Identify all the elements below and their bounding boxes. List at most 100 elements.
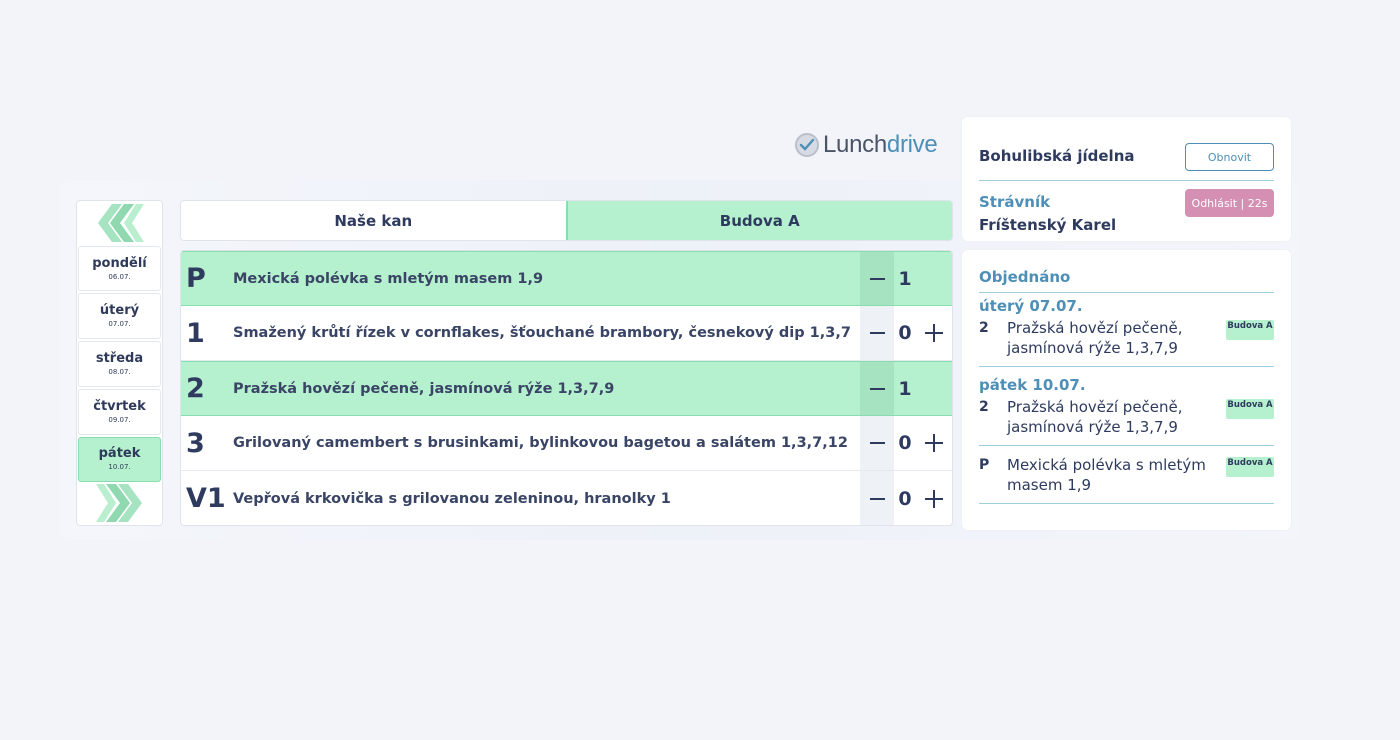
minus-icon: [869, 277, 885, 280]
day-date: 06.07.: [108, 272, 131, 281]
divider: [979, 180, 1274, 181]
check-circle-icon: [795, 133, 819, 157]
order-line: P Mexická polévka s mletým masem 1,9 Bud…: [979, 455, 1274, 495]
plus-icon: [925, 489, 943, 508]
quantity-stepper: 0: [860, 416, 952, 470]
increase-button[interactable]: [916, 471, 952, 525]
increase-button[interactable]: [916, 416, 952, 470]
increase-button[interactable]: [916, 306, 952, 360]
day-name: čtvrtek: [93, 398, 146, 414]
order-day: pátek 10.07.: [979, 376, 1086, 394]
day-date: 10.07.: [108, 463, 131, 472]
day-name: středa: [95, 350, 144, 366]
refresh-button[interactable]: Obnovit: [1185, 143, 1274, 171]
dish-name: Mexická polévka s mletým masem 1,9: [233, 270, 544, 287]
order-name: Mexická polévka s mletým masem 1,9: [1007, 456, 1206, 494]
chevrons-right-icon: [95, 484, 142, 523]
plus-icon: [925, 434, 943, 452]
order-code: 2: [979, 320, 989, 336]
quantity-value: 1: [898, 377, 912, 400]
diner-label: Strávník: [979, 193, 1051, 211]
menu-row: 3 Grilovaný camembert s brusinkami, byli…: [181, 416, 952, 471]
decrease-button[interactable]: [860, 362, 894, 415]
location-badge: Budova A: [1226, 320, 1274, 340]
quantity-value: 0: [898, 322, 912, 344]
tab-budova-a[interactable]: Budova A: [565, 201, 952, 240]
logo-text: Lunchdrive: [823, 131, 938, 158]
day-friday[interactable]: pátek 10.07.: [78, 436, 161, 483]
day-monday[interactable]: pondělí 06.07.: [78, 245, 161, 292]
location-badge: Budova A: [1226, 457, 1274, 477]
order-name: Pražská hovězí pečeně, jasmínová rýže 1,…: [1007, 398, 1183, 436]
divider: [979, 366, 1274, 367]
plus-icon: [925, 324, 943, 342]
day-thursday[interactable]: čtvrtek 09.07.: [78, 388, 161, 435]
chevrons-left-icon: [97, 203, 144, 242]
order-code: 2: [979, 399, 989, 415]
previous-week-button[interactable]: [78, 202, 161, 244]
quantity-stepper: 1: [860, 252, 952, 305]
divider: [979, 445, 1274, 446]
quantity-value: 0: [898, 487, 912, 510]
minus-icon: [869, 442, 885, 444]
increase-button-placeholder: [916, 252, 952, 305]
account-card: Bohulibská jídelna Obnovit Strávník Fríš…: [962, 117, 1291, 241]
menu-row: P Mexická polévka s mletým masem 1,9 1: [181, 251, 952, 306]
day-selector: pondělí 06.07. úterý 07.07. středa 08.07…: [76, 200, 163, 526]
dish-code: 3: [186, 427, 205, 459]
menu-row: 1 Smažený krůtí řízek v cornflakes, šťou…: [181, 306, 952, 361]
dish-code: P: [186, 263, 206, 294]
canteen-tabs: Naše kan Budova A: [180, 200, 953, 241]
divider: [979, 292, 1274, 293]
decrease-button[interactable]: [860, 252, 894, 305]
minus-icon: [869, 332, 885, 334]
dish-code: V1: [186, 483, 226, 514]
order-group: úterý 07.07. 2 Pražská hovězí pečeně, ja…: [979, 297, 1274, 358]
dish-name: Vepřová krkovička s grilovanou zeleninou…: [233, 490, 671, 507]
day-name: pátek: [98, 446, 141, 462]
order-line: 2 Pražská hovězí pečeně, jasmínová rýže …: [979, 318, 1274, 358]
dish-code: 2: [186, 373, 205, 404]
quantity-value: 1: [898, 267, 912, 290]
next-week-button[interactable]: [78, 482, 161, 524]
orders-card: Objednáno úterý 07.07. 2 Pražská hovězí …: [962, 250, 1291, 530]
quantity-value: 0: [898, 432, 912, 454]
orders-title: Objednáno: [979, 268, 1071, 286]
menu-row: V1 Vepřová krkovička s grilovanou zeleni…: [181, 471, 952, 525]
quantity-stepper: 1: [860, 362, 952, 415]
dish-name: Smažený krůtí řízek v cornflakes, šťouch…: [233, 325, 851, 341]
tab-nase-kan[interactable]: Naše kan: [181, 201, 566, 240]
menu-list: P Mexická polévka s mletým masem 1,9 1 1…: [180, 250, 953, 526]
dish-code: 1: [186, 317, 205, 349]
canteen-name: Bohulibská jídelna: [979, 147, 1135, 165]
day-wednesday[interactable]: středa 08.07.: [78, 341, 161, 387]
location-badge: Budova A: [1226, 399, 1274, 419]
quantity-stepper: 0: [860, 306, 952, 360]
logout-button[interactable]: Odhlásit | 22s: [1185, 189, 1274, 217]
decrease-button[interactable]: [860, 471, 894, 525]
day-date: 09.07.: [108, 415, 131, 424]
decrease-button[interactable]: [860, 416, 894, 470]
lunchdrive-logo: Lunchdrive: [795, 130, 938, 160]
quantity-stepper: 0: [860, 471, 952, 525]
day-name: úterý: [99, 303, 140, 319]
day-date: 07.07.: [108, 320, 131, 329]
order-group: P Mexická polévka s mletým masem 1,9 Bud…: [979, 454, 1274, 495]
order-day: úterý 07.07.: [979, 297, 1083, 315]
diner-name: Fríštenský Karel: [979, 216, 1117, 234]
menu-row: 2 Pražská hovězí pečeně, jasmínová rýže …: [181, 361, 952, 416]
dish-name: Pražská hovězí pečeně, jasmínová rýže 1,…: [233, 380, 615, 397]
decrease-button[interactable]: [860, 306, 894, 360]
day-date: 08.07.: [108, 367, 131, 376]
dish-name: Grilovaný camembert s brusinkami, bylink…: [233, 435, 848, 451]
divider: [979, 503, 1274, 504]
order-line: 2 Pražská hovězí pečeně, jasmínová rýže …: [979, 397, 1274, 437]
increase-button-placeholder: [916, 362, 952, 415]
day-tuesday[interactable]: úterý 07.07.: [78, 293, 161, 340]
order-group: pátek 10.07. 2 Pražská hovězí pečeně, ja…: [979, 376, 1274, 437]
day-name: pondělí: [92, 255, 147, 271]
minus-icon: [869, 497, 885, 500]
order-code: P: [979, 457, 990, 473]
order-name: Pražská hovězí pečeně, jasmínová rýže 1,…: [1007, 319, 1183, 357]
minus-icon: [869, 387, 885, 390]
